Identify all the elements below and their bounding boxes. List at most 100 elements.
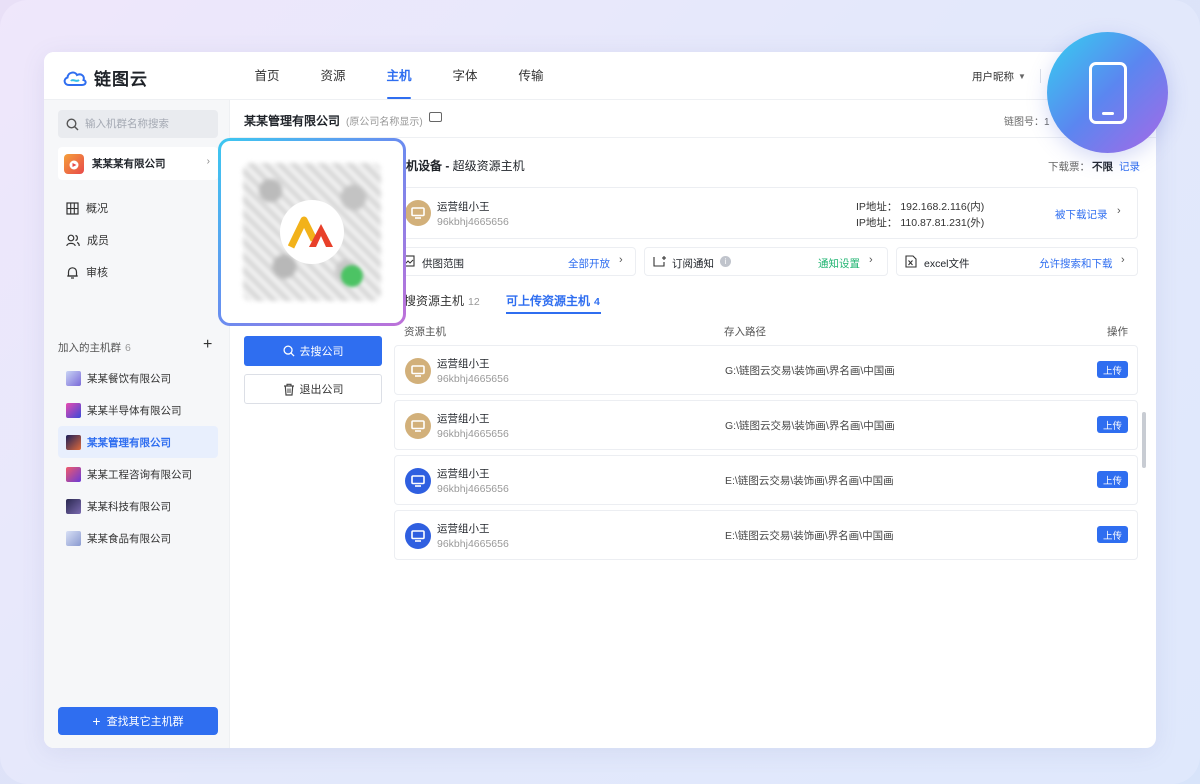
table-row: 运营组小王 96kbhj4665656 G:\链图云交易\装饰画\界名画\中国画… bbox=[394, 400, 1138, 450]
records-link[interactable]: 记录 bbox=[1119, 161, 1140, 173]
section-title-main: 机设备 - bbox=[406, 159, 453, 173]
group-thumbnail bbox=[66, 402, 81, 418]
current-company[interactable]: 某某某有限公司 › bbox=[58, 147, 218, 180]
chain-number: 链图号：1 bbox=[1004, 117, 1050, 128]
members-icon bbox=[66, 234, 80, 246]
option-label: excel文件 bbox=[924, 258, 970, 270]
page-subtitle: (原公司名称显示) bbox=[346, 117, 423, 128]
group-item[interactable]: 某某餐饮有限公司 bbox=[58, 362, 218, 394]
scrollbar[interactable] bbox=[1142, 412, 1146, 468]
tab-upload-hosts[interactable]: 可上传资源主机 4 bbox=[506, 292, 600, 309]
nav-fonts[interactable]: 字体 bbox=[432, 52, 498, 100]
host-id: 96kbhj4665656 bbox=[437, 216, 509, 228]
chevron-right-icon: › bbox=[206, 156, 210, 167]
nav-hosts[interactable]: 主机 bbox=[366, 52, 432, 100]
nav-transfer[interactable]: 传输 bbox=[498, 52, 564, 100]
quota-label: 下载票： bbox=[1048, 161, 1090, 173]
tab-label: 可上传资源主机 bbox=[506, 294, 591, 308]
option-image-scope[interactable]: 供图范围 全部开放 › bbox=[394, 247, 636, 276]
mobile-badge[interactable] bbox=[1047, 32, 1168, 153]
plus-icon: + bbox=[92, 713, 101, 729]
bell-icon bbox=[67, 266, 78, 279]
host-avatar bbox=[405, 523, 431, 549]
section-title: 机设备 - 超级资源主机 bbox=[406, 157, 525, 174]
group-search[interactable] bbox=[58, 110, 218, 138]
sidebar: 某某某有限公司 › 概况 成员 审核 加入的主机群 6 + bbox=[44, 100, 230, 748]
group-item[interactable]: 某某半导体有限公司 bbox=[58, 394, 218, 426]
group-item-active[interactable]: 某某管理有限公司 bbox=[58, 426, 218, 458]
upload-button[interactable]: 上传 bbox=[1097, 361, 1128, 378]
option-subscribe[interactable]: 订阅通知 i 通知设置 › bbox=[644, 247, 888, 276]
host-device-card: 运营组小王 96kbhj4665656 IP地址： 192.168.2.116(… bbox=[394, 187, 1138, 239]
tab-label: 搜资源主机 bbox=[404, 294, 465, 308]
user-menu[interactable]: 用户昵称 ▼ bbox=[972, 69, 1026, 84]
col-action: 操作 bbox=[1107, 326, 1128, 338]
info-icon: i bbox=[720, 256, 731, 267]
nav-resources[interactable]: 资源 bbox=[300, 52, 366, 100]
search-icon bbox=[66, 117, 79, 130]
group-thumbnail bbox=[66, 530, 81, 546]
quota-value: 不限 bbox=[1092, 161, 1113, 173]
row-host-id: 96kbhj4665656 bbox=[437, 538, 509, 550]
group-thumbnail bbox=[66, 498, 81, 514]
group-item[interactable]: 某某工程咨询有限公司 bbox=[58, 458, 218, 490]
company-brand-icon bbox=[280, 200, 344, 264]
chevron-right-icon: › bbox=[619, 254, 623, 266]
group-label: 某某管理有限公司 bbox=[87, 436, 171, 449]
sidebar-item-review[interactable]: 审核 bbox=[66, 256, 109, 288]
content-header: 某某管理有限公司 (原公司名称显示) 链图号：1 bbox=[230, 100, 1156, 138]
group-item[interactable]: 某某食品有限公司 bbox=[58, 522, 218, 554]
app-logo[interactable]: 链图云 bbox=[62, 65, 148, 90]
upload-button[interactable]: 上传 bbox=[1097, 471, 1128, 488]
subscribe-icon bbox=[653, 256, 666, 267]
monitor-icon bbox=[411, 475, 425, 487]
option-excel[interactable]: excel文件 允许搜索和下载 › bbox=[896, 247, 1138, 276]
row-path: G:\链图云交易\装饰画\界名画\中国画 bbox=[725, 420, 895, 432]
nav-home[interactable]: 首页 bbox=[234, 52, 300, 100]
sidebar-item-members[interactable]: 成员 bbox=[66, 224, 109, 256]
host-tabs: 搜资源主机 12 可上传资源主机 4 bbox=[394, 288, 1138, 316]
group-thumbnail bbox=[66, 434, 81, 450]
find-other-groups-button[interactable]: + 查找其它主机群 bbox=[58, 707, 218, 735]
upload-button[interactable]: 上传 bbox=[1097, 416, 1128, 433]
company-name: 某某某有限公司 bbox=[92, 158, 166, 170]
option-value: 全部开放 bbox=[568, 258, 610, 270]
download-records-link[interactable]: 被下载记录 bbox=[1055, 207, 1108, 222]
ip-external: IP地址： 110.87.81.231(外) bbox=[856, 217, 985, 229]
add-group-icon[interactable]: + bbox=[203, 336, 212, 354]
upload-button[interactable]: 上传 bbox=[1097, 526, 1128, 543]
row-host-id: 96kbhj4665656 bbox=[437, 483, 509, 495]
row-host-name: 运营组小王 bbox=[437, 358, 490, 370]
row-host-name: 运营组小王 bbox=[437, 468, 490, 480]
group-label: 某某餐饮有限公司 bbox=[87, 372, 171, 385]
trash-icon bbox=[283, 383, 294, 396]
sidebar-item-overview[interactable]: 概况 bbox=[66, 192, 109, 224]
tab-count: 4 bbox=[594, 296, 600, 308]
host-avatar bbox=[405, 468, 431, 494]
group-label: 某某食品有限公司 bbox=[87, 532, 171, 545]
host-avatar bbox=[405, 200, 431, 226]
excel-icon bbox=[905, 255, 917, 268]
row-host-name: 运营组小王 bbox=[437, 523, 490, 535]
table-row: 运营组小王 96kbhj4665656 E:\链图云交易\装饰画\界名画\中国画… bbox=[394, 510, 1138, 560]
chevron-right-icon: › bbox=[1117, 205, 1121, 217]
search-company-button[interactable]: 去搜公司 bbox=[244, 336, 382, 366]
group-thumbnail bbox=[66, 466, 81, 482]
sidebar-menu: 概况 成员 审核 bbox=[66, 192, 109, 288]
sidebar-item-label: 概况 bbox=[86, 203, 108, 215]
table-header: 资源主机 存入路径 操作 bbox=[404, 322, 1132, 340]
group-search-input[interactable] bbox=[85, 118, 211, 130]
group-item[interactable]: 某某科技有限公司 bbox=[58, 490, 218, 522]
download-quota: 下载票： 不限 记录 bbox=[1048, 159, 1140, 174]
exit-company-button[interactable]: 退出公司 bbox=[244, 374, 382, 404]
row-path: G:\链图云交易\装饰画\界名画\中国画 bbox=[725, 365, 895, 377]
chevron-right-icon: › bbox=[1121, 254, 1125, 266]
business-card-icon[interactable] bbox=[429, 112, 442, 122]
sidebar-item-label: 成员 bbox=[87, 235, 109, 247]
col-path: 存入路径 bbox=[724, 326, 766, 338]
ip-internal: IP地址： 192.168.2.116(内) bbox=[856, 201, 985, 213]
row-host-name: 运营组小王 bbox=[437, 413, 490, 425]
group-count: 6 bbox=[125, 342, 131, 354]
tab-search-hosts[interactable]: 搜资源主机 12 bbox=[404, 292, 480, 309]
table-row: 运营组小王 96kbhj4665656 G:\链图云交易\装饰画\界名画\中国画… bbox=[394, 345, 1138, 395]
